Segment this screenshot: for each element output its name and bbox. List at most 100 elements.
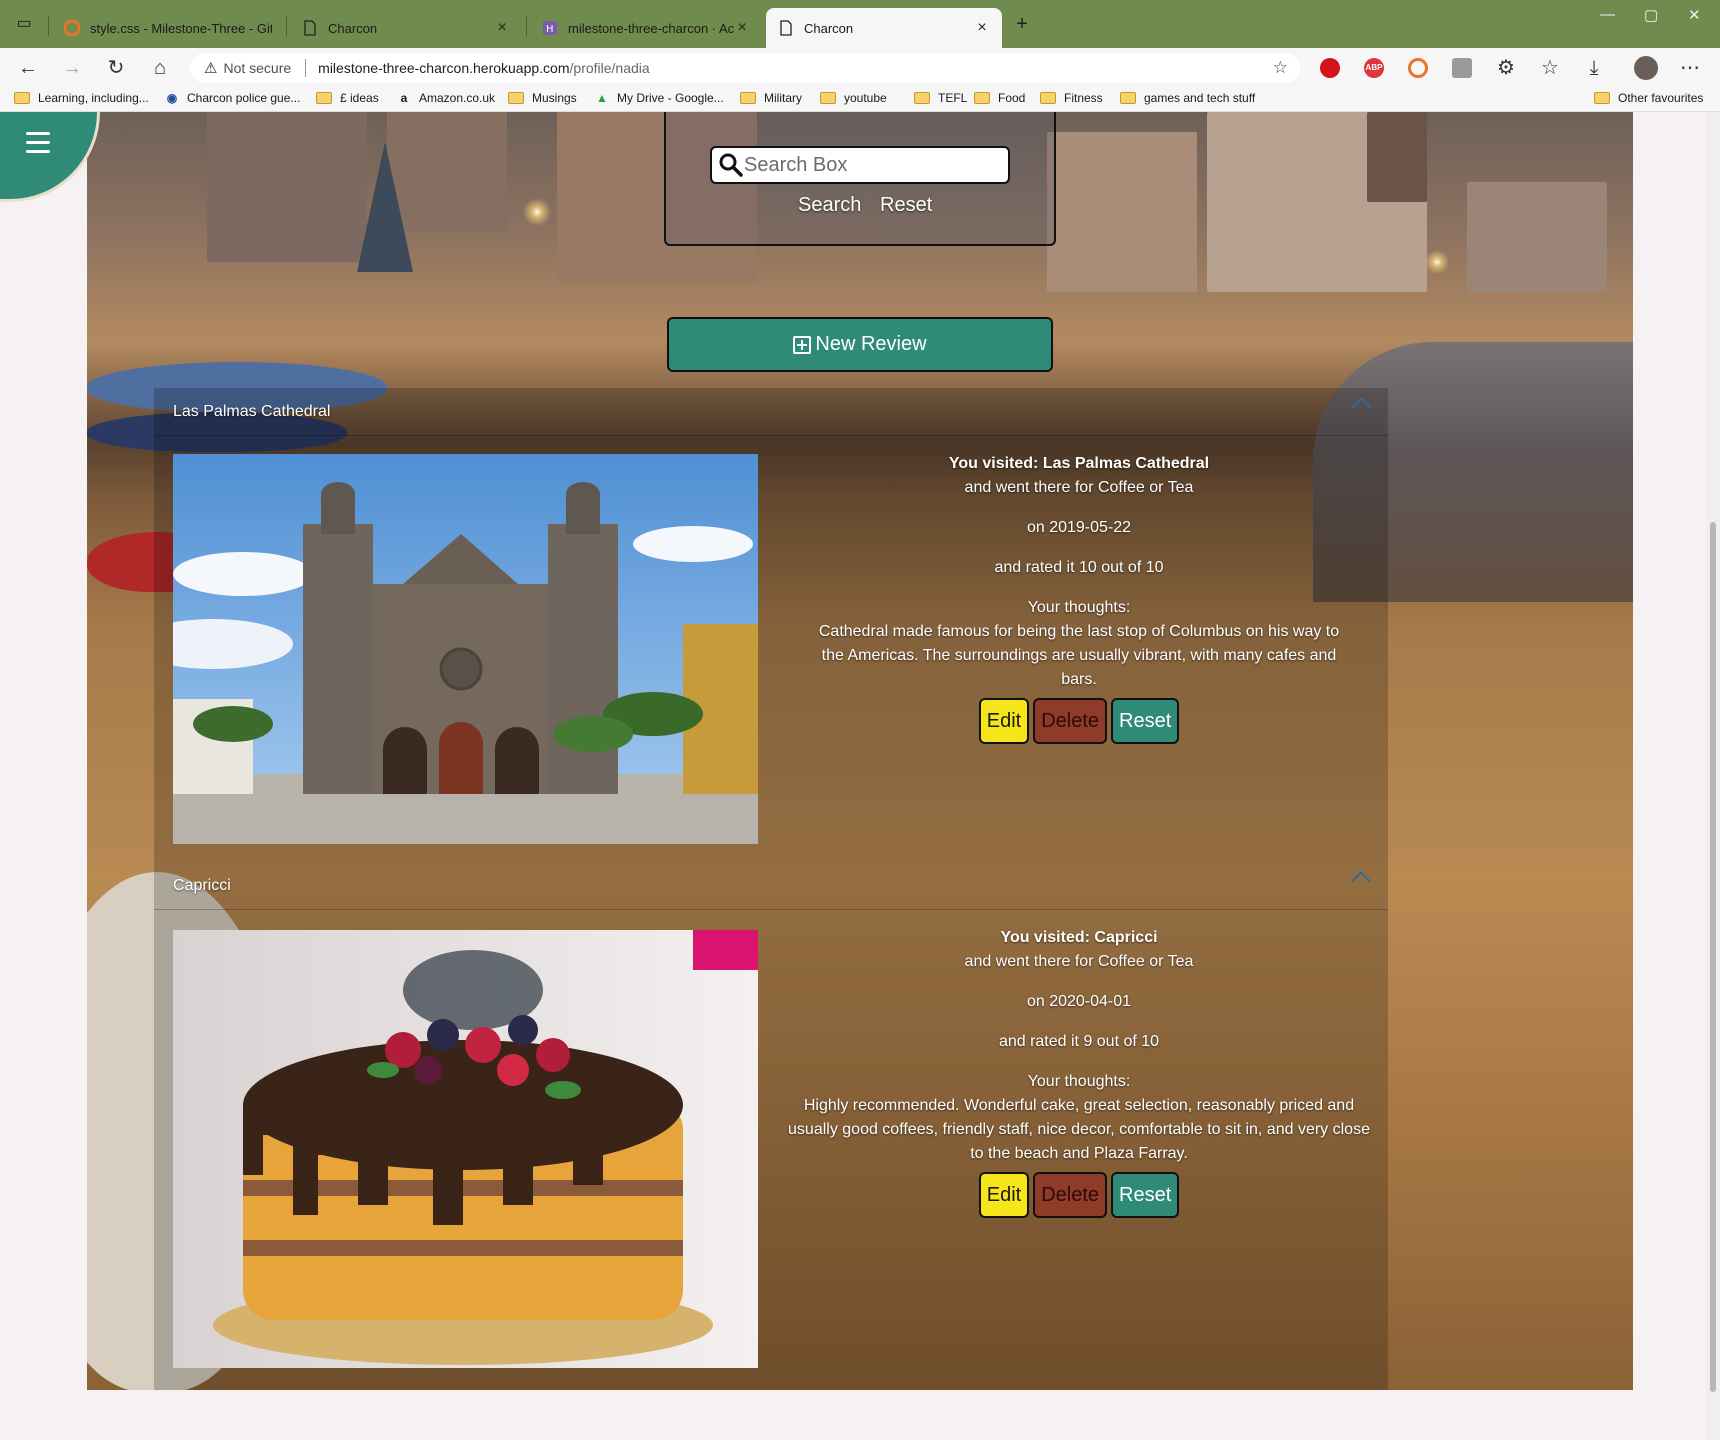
new-review-label: New Review [815,333,927,355]
reset-button[interactable]: Reset [1111,1172,1180,1218]
svg-text:H: H [546,24,554,35]
rating-text: and rated it 10 out of 10 [994,559,1164,576]
folder-icon [1120,92,1136,104]
forward-icon[interactable]: → [60,56,84,80]
tab-gitpod[interactable]: style.css - Milestone-Three - Gitp [52,8,284,48]
folder-icon [974,92,990,104]
search-field[interactable] [710,146,1010,184]
bookmark-item[interactable]: Fitness [1040,91,1103,105]
scrollbar-thumb[interactable] [1710,522,1716,1392]
bookmark-item[interactable]: TEFL [914,91,967,105]
reviews-collapsible: Las Palmas Cathedral You visited: Las Pa… [154,388,1388,1390]
delete-button[interactable]: Delete [1033,698,1108,744]
folder-icon [820,92,836,104]
edit-button[interactable]: Edit [978,1172,1030,1218]
globe-icon: ◉ [166,91,178,105]
browser-toolbar: ← → ↻ ⌂ ⚠ Not secure milestone-three-cha… [0,48,1720,88]
heroku-icon: H [542,20,558,36]
page-scrollbar[interactable] [1706,112,1720,1440]
reset-search-button[interactable]: Reset [880,194,932,217]
warning-icon: ⚠ [204,60,218,77]
bookmark-item[interactable]: Learning, including... [14,91,149,105]
review-title: Las Palmas Cathedral [173,402,331,420]
folder-icon [316,92,332,104]
more-menu-icon[interactable]: ⋯ [1678,56,1702,80]
date-text: on 2020-04-01 [1026,993,1132,1010]
edit-button[interactable]: Edit [978,698,1030,744]
extensions-icon[interactable]: ⚙ [1494,56,1518,80]
tab-charcon-1[interactable]: Charcon × [290,8,522,48]
search-button[interactable]: Search [798,194,861,217]
gitpod-extension-icon[interactable] [1408,58,1428,78]
close-tab-icon[interactable]: × [494,19,510,37]
tab-heroku[interactable]: H milestone-three-charcon · Activit × [530,8,762,48]
thoughts-text: Highly recommended. Wonderful cake, grea… [788,1097,1370,1162]
review-header-capricci[interactable]: Capricci [154,862,1388,910]
plus-square-icon [793,335,812,354]
search-icon [719,153,743,177]
bookmark-item[interactable]: Food [974,91,1025,105]
opera-extension-icon[interactable] [1320,58,1340,78]
search-input[interactable] [744,153,994,177]
thoughts-text: Cathedral made famous for being the last… [818,623,1340,688]
page-viewport: Search Reset New Review Las Palmas Cathe… [0,112,1720,1440]
home-icon[interactable]: ⌂ [148,56,172,80]
review-details-capricci: You visited: Capricci and went there for… [784,926,1374,1218]
url-path: /profile/nadia [569,60,650,76]
reset-button[interactable]: Reset [1111,698,1180,744]
page-icon [302,20,318,36]
bookmarks-bar: Learning, including... ◉ Charcon police g… [0,88,1720,112]
bookmark-item[interactable]: ◉ Charcon police gue... [164,91,301,105]
chevron-up-icon[interactable] [1351,871,1371,891]
sidenav-menu-button[interactable] [0,112,100,202]
refresh-icon[interactable]: ↻ [104,56,128,80]
not-secure-label: Not secure [223,60,292,76]
minimize-icon[interactable]: — [1600,6,1615,23]
folder-icon [508,92,524,104]
close-tab-icon[interactable]: × [734,19,750,37]
review-details-cathedral: You visited: Las Palmas Cathedral and we… [784,452,1374,744]
close-tab-icon[interactable]: × [974,19,990,37]
browser-tab-bar: ▭ style.css - Milestone-Three - Gitp Cha… [0,0,1720,48]
tab-title: Charcon [804,20,854,36]
folder-icon [1040,92,1056,104]
bookmark-item[interactable]: games and tech stuff [1120,91,1255,105]
bookmark-item[interactable]: a Amazon.co.uk [396,91,495,105]
new-tab-icon[interactable]: + [1010,12,1034,36]
thoughts-label: Your thoughts: [1027,599,1131,616]
purpose-text: and went there for Coffee or Tea [964,953,1194,970]
downloads-icon[interactable]: ⤓ [1582,56,1606,80]
add-favourite-icon[interactable]: ☆ [1273,58,1288,78]
bookmark-item[interactable]: Musings [508,91,577,105]
maximize-icon[interactable]: ▢ [1644,6,1658,24]
tab-charcon-active[interactable]: Charcon × [766,8,1002,48]
bookmark-item[interactable]: Military [740,91,802,105]
bookmark-item[interactable]: ▲ My Drive - Google... [594,91,724,105]
purpose-text: and went there for Coffee or Tea [964,479,1194,496]
chevron-up-icon[interactable] [1351,397,1371,417]
page-icon [778,20,794,36]
adblock-icon[interactable]: ABP [1364,58,1384,78]
bookmark-other-favourites[interactable]: Other favourites [1594,91,1703,105]
review-header-cathedral[interactable]: Las Palmas Cathedral [154,388,1388,436]
avatar[interactable] [1634,56,1658,80]
thoughts-label: Your thoughts: [1027,1073,1131,1090]
google-drive-icon: ▲ [596,91,608,105]
close-window-icon[interactable]: ✕ [1688,6,1701,24]
new-review-button[interactable]: New Review [667,317,1053,372]
visited-text: You visited: Las Palmas Cathedral [948,455,1210,472]
delete-button[interactable]: Delete [1033,1172,1108,1218]
tab-title: style.css - Milestone-Three - Gitp [90,20,272,36]
bookmark-item[interactable]: £ ideas [316,91,379,105]
bookmark-item[interactable]: youtube [820,91,887,105]
favourites-icon[interactable]: ☆ [1538,56,1562,80]
cake-image [173,930,758,1368]
date-text: on 2019-05-22 [1026,519,1132,536]
folder-icon [740,92,756,104]
collections-icon[interactable] [1452,58,1472,78]
tab-actions-icon[interactable]: ▭ [12,12,36,36]
address-bar[interactable]: ⚠ Not secure milestone-three-charcon.her… [190,53,1300,83]
back-icon[interactable]: ← [16,56,40,80]
gitpod-icon [63,19,81,37]
folder-icon [14,92,30,104]
